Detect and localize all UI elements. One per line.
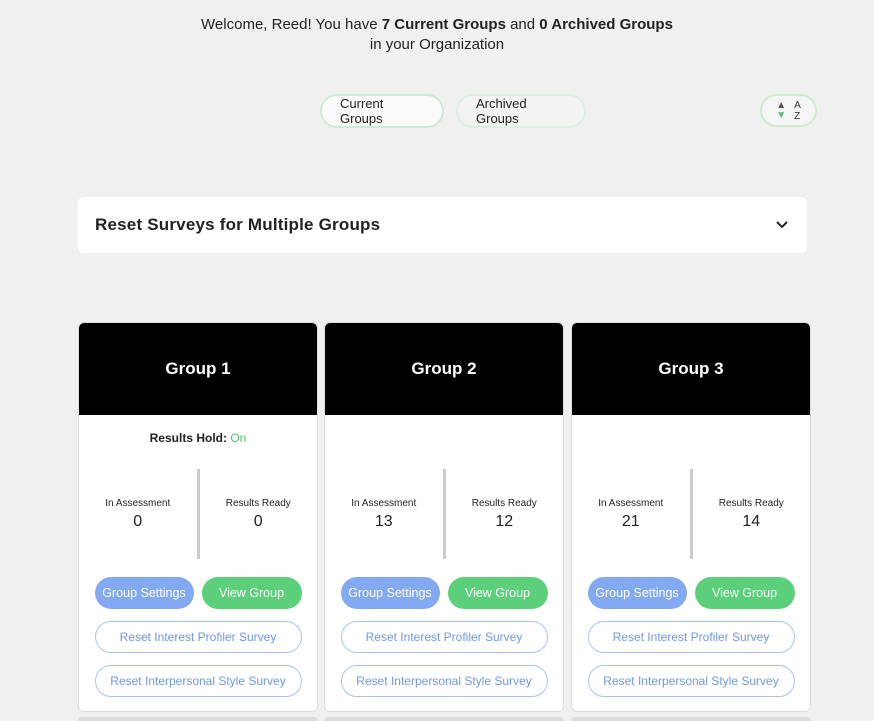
welcome-line-1: Welcome, Reed! You have 7 Current Groups… <box>0 15 874 35</box>
next-row-card-edge <box>78 717 318 721</box>
tab-archived-groups[interactable]: Archived Groups <box>456 94 586 128</box>
reset-surveys-panel[interactable]: Reset Surveys for Multiple Groups <box>78 197 807 253</box>
group-settings-button[interactable]: Group Settings <box>340 577 440 609</box>
results-ready-stat: Results Ready 0 <box>200 469 318 559</box>
sort-arrows-icon: ▲ ▼ <box>776 99 787 121</box>
group-stats: In Assessment 13 Results Ready 12 <box>325 469 563 559</box>
group-card-title: Group 1 <box>79 323 317 415</box>
in-assessment-label: In Assessment <box>105 497 171 509</box>
in-assessment-stat: In Assessment 13 <box>325 469 443 559</box>
results-ready-value: 0 <box>253 512 263 530</box>
results-ready-stat: Results Ready 14 <box>693 469 811 559</box>
group-card-title: Group 2 <box>325 323 563 415</box>
in-assessment-value: 13 <box>374 512 393 530</box>
welcome-prefix: Welcome, Reed! You have <box>201 16 382 33</box>
welcome-message: Welcome, Reed! You have 7 Current Groups… <box>0 15 874 55</box>
sort-az-button[interactable]: ▲ ▼ A Z <box>760 94 817 127</box>
current-groups-count: 7 Current Groups <box>381 16 506 33</box>
reset-interpersonal-style-button[interactable]: Reset Interpersonal Style Survey <box>94 665 302 697</box>
in-assessment-value: 21 <box>621 512 640 530</box>
reset-interpersonal-style-button[interactable]: Reset Interpersonal Style Survey <box>340 665 548 697</box>
view-group-button[interactable]: View Group <box>447 577 548 609</box>
welcome-line-2: in your Organization <box>369 36 505 53</box>
results-hold-label: Results Hold: <box>149 431 227 445</box>
group-actions: Group Settings View Group <box>325 577 563 609</box>
group-settings-button[interactable]: Group Settings <box>587 577 687 609</box>
sort-az-icon: A Z <box>794 100 801 122</box>
results-ready-value: 14 <box>742 512 761 530</box>
in-assessment-stat: In Assessment 0 <box>79 469 197 559</box>
chevron-down-icon[interactable] <box>775 218 789 232</box>
group-card: Group 1 Results Hold: On In Assessment 0… <box>78 322 318 712</box>
results-ready-label: Results Ready <box>471 497 537 509</box>
reset-interest-profiler-button[interactable]: Reset Interest Profiler Survey <box>94 621 302 653</box>
reset-interest-profiler-button[interactable]: Reset Interest Profiler Survey <box>587 621 795 653</box>
in-assessment-label: In Assessment <box>598 497 664 509</box>
group-stats: In Assessment 21 Results Ready 14 <box>572 469 810 559</box>
in-assessment-label: In Assessment <box>351 497 417 509</box>
welcome-middle: and <box>505 16 540 33</box>
tab-current-groups[interactable]: Current Groups <box>320 94 444 128</box>
group-card: Group 2 In Assessment 13 Results Ready 1… <box>324 322 564 712</box>
sort-letter-a: A <box>794 99 801 111</box>
group-stats: In Assessment 0 Results Ready 0 <box>79 469 317 559</box>
view-group-button[interactable]: View Group <box>694 577 795 609</box>
group-actions: Group Settings View Group <box>79 577 317 609</box>
reset-interpersonal-style-button[interactable]: Reset Interpersonal Style Survey <box>587 665 795 697</box>
next-row-card-edge <box>324 717 564 721</box>
group-card-title: Group 3 <box>572 323 810 415</box>
results-ready-value: 12 <box>495 512 514 530</box>
sort-letter-z: Z <box>794 110 801 122</box>
results-hold: Results Hold: On <box>79 415 317 447</box>
results-hold-value: On <box>230 431 247 445</box>
results-ready-stat: Results Ready 12 <box>446 469 564 559</box>
group-settings-button[interactable]: Group Settings <box>94 577 194 609</box>
results-ready-label: Results Ready <box>225 497 291 509</box>
reset-interest-profiler-button[interactable]: Reset Interest Profiler Survey <box>340 621 548 653</box>
view-group-button[interactable]: View Group <box>201 577 302 609</box>
next-row-card-edge <box>571 717 811 721</box>
results-ready-label: Results Ready <box>718 497 784 509</box>
group-tabs: Current Groups Archived Groups <box>320 94 586 128</box>
group-actions: Group Settings View Group <box>572 577 810 609</box>
reset-panel-title: Reset Surveys for Multiple Groups <box>95 215 381 234</box>
archived-groups-count: 0 Archived Groups <box>539 16 673 33</box>
group-card: Group 3 In Assessment 21 Results Ready 1… <box>571 322 811 712</box>
in-assessment-value: 0 <box>133 512 143 530</box>
in-assessment-stat: In Assessment 21 <box>572 469 690 559</box>
